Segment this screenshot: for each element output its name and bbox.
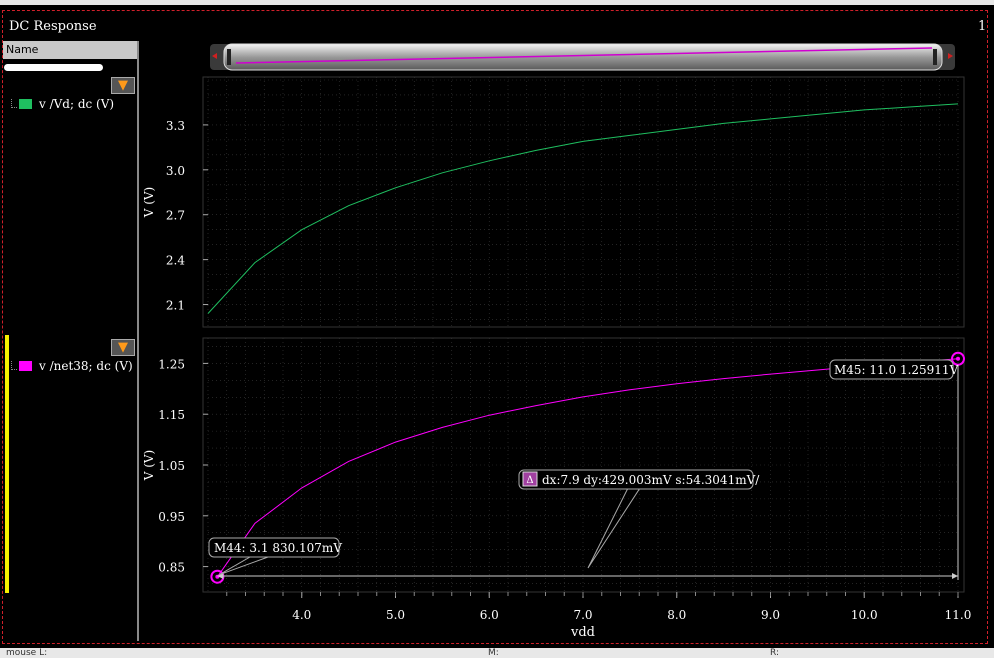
delta-pointer bbox=[587, 487, 641, 569]
delta-icon-glyph: Δ bbox=[526, 475, 533, 486]
marker-m44-label: M44: 3.1 830.107mV bbox=[214, 541, 342, 555]
y-axis-label: V (V) bbox=[142, 187, 156, 219]
top-plot-frame bbox=[202, 76, 965, 328]
x-axis-label: vdd bbox=[570, 625, 595, 640]
y-tick-label: 0.85 bbox=[158, 561, 185, 575]
x-tick-label: 9.0 bbox=[761, 608, 780, 622]
status-mouse-middle: M: bbox=[488, 648, 499, 658]
overview-scrollbar[interactable] bbox=[210, 43, 955, 71]
overview-right-handle[interactable] bbox=[933, 49, 937, 65]
overview-thumb[interactable] bbox=[223, 43, 943, 71]
y-tick-label: 1.05 bbox=[158, 459, 185, 473]
x-tick-label: 6.0 bbox=[480, 608, 499, 622]
y-tick-label: 3.0 bbox=[166, 164, 185, 178]
y-tick-label: 1.15 bbox=[158, 408, 185, 422]
status-mouse-left: mouse L: bbox=[6, 648, 48, 658]
y-tick-label: 2.1 bbox=[166, 299, 185, 313]
x-tick-label: 5.0 bbox=[386, 608, 405, 622]
x-tick-label: 11.0 bbox=[945, 608, 972, 622]
status-bar: mouse L: M: R: bbox=[0, 648, 994, 658]
y-tick-label: 1.25 bbox=[158, 357, 185, 371]
y-tick-label: 3.3 bbox=[166, 119, 185, 133]
marker-m45-label: M45: 11.0 1.25911V bbox=[834, 363, 959, 377]
delta-label: dx:7.9 dy:429.003mV s:54.3041mV/ bbox=[542, 473, 760, 487]
y-tick-label: 0.95 bbox=[158, 510, 185, 524]
marker-m45-dot bbox=[956, 356, 960, 361]
x-tick-label: 10.0 bbox=[851, 608, 878, 622]
x-tick-label: 4.0 bbox=[292, 608, 311, 622]
x-tick-label: 8.0 bbox=[667, 608, 686, 622]
x-tick-label: 7.0 bbox=[573, 608, 592, 622]
y-tick-label: 2.4 bbox=[166, 254, 185, 268]
y-axis-label: V (V) bbox=[142, 450, 156, 482]
status-mouse-right: R: bbox=[770, 648, 780, 658]
delta-right-arrow-icon bbox=[952, 573, 958, 579]
chart-svg: 2.1 2.4 2.7 3.0 3.3 V (V) 0.85 0.95 1.05 1.15 1.25… bbox=[142, 43, 972, 640]
trace-top bbox=[207, 103, 959, 314]
marker-m44-pointer bbox=[219, 556, 269, 576]
overview-left-handle[interactable] bbox=[227, 49, 231, 65]
y-tick-label: 2.7 bbox=[166, 209, 185, 223]
